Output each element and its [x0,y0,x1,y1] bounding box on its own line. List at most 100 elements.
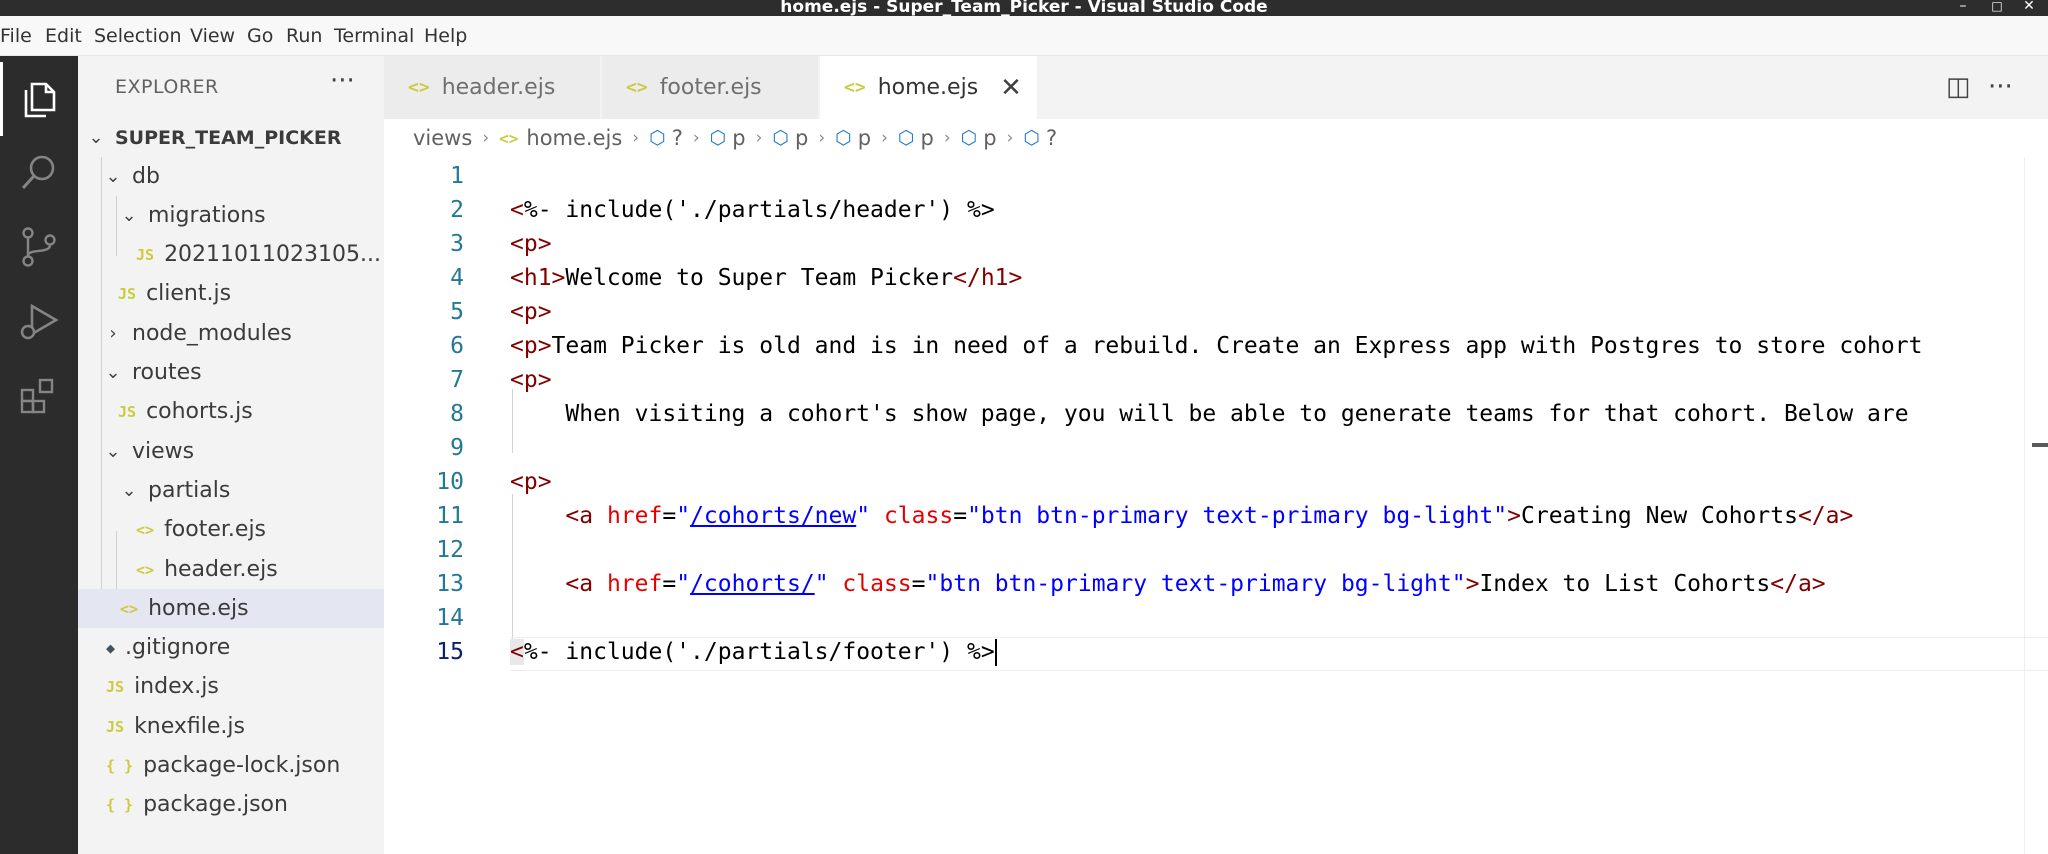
menu-file[interactable]: File [0,25,32,47]
chevron-down-icon: ⌄ [105,441,121,462]
line-number: 7 [450,367,464,393]
breadcrumb-symbol[interactable]: p [795,126,808,150]
tree-file-header-ejs[interactable]: <> header.ejs [78,550,384,589]
code-line: <p> [510,469,552,495]
tree-item-label: cohorts.js [146,399,253,424]
breadcrumb-symbol[interactable]: p [732,126,745,150]
menu-selection[interactable]: Selection [94,25,182,47]
breadcrumb-symbol[interactable]: ? [672,126,683,150]
window-title: home.ejs - Super_Team_Picker - Visual St… [780,0,1268,17]
explorer-more-actions-button[interactable]: ··· [330,66,355,96]
maximize-button[interactable]: □ [1982,0,2012,14]
tree-folder-views[interactable]: ⌄ views [78,432,384,471]
code-line: <p> [510,231,552,257]
tree-item-label: .gitignore [125,635,231,660]
javascript-file-icon: JS [118,284,137,303]
code-link[interactable]: /cohorts/ [690,571,815,597]
run-debug-view-button[interactable] [0,284,78,358]
breadcrumb-symbol[interactable]: p [983,126,996,150]
line-number: 2 [450,197,464,223]
symbol-cube-icon: ⬡ [772,127,790,149]
breadcrumb-symbol[interactable]: p [858,126,871,150]
ejs-file-icon: <> [499,128,519,148]
menu-help[interactable]: Help [424,25,467,47]
breadcrumb-file[interactable]: home.ejs [526,126,622,150]
tree-item-label: index.js [134,674,219,699]
code-line: <a href="/cohorts/" class="btn btn-prima… [565,571,1826,597]
tree-folder-db[interactable]: ⌄ db [78,157,384,196]
menu-terminal[interactable]: Terminal [334,25,414,47]
source-control-icon [22,227,56,267]
menu-run[interactable]: Run [286,25,322,47]
tree-folder-partials[interactable]: ⌄ partials [78,471,384,510]
tree-item-label: footer.ejs [164,517,267,542]
chevron-right-icon: › [1006,128,1014,148]
tree-folder-migrations[interactable]: ⌄ migrations [78,196,384,235]
tree-file-gitignore[interactable]: ◆ .gitignore [78,628,384,667]
chevron-right-icon: › [632,128,640,148]
scrollbar-track[interactable] [2024,157,2025,854]
extensions-view-button[interactable] [0,358,78,432]
tree-item-label: migrations [148,203,266,228]
files-icon [24,82,55,118]
menu-bar: File Edit Selection View Go Run Terminal… [0,16,2048,56]
chevron-down-icon: ⌄ [121,480,137,501]
tree-folder-node-modules[interactable]: › node_modules [78,314,384,353]
tree-file-home-ejs[interactable]: <> home.ejs [78,589,384,628]
text-cursor [994,639,997,666]
tab-label: home.ejs [877,75,979,100]
tree-file-index-js[interactable]: JS index.js [78,667,384,706]
code-line: <%- include('./partials/header') %> [510,197,995,223]
more-actions-icon[interactable]: ··· [1988,72,2013,102]
json-file-icon: { } [106,756,134,775]
symbol-cube-icon: ⬡ [897,127,915,149]
chevron-down-icon: ⌄ [121,205,137,226]
tree-item-label: node_modules [132,321,292,346]
minimize-button[interactable]: – [1948,0,1978,14]
close-icon[interactable]: ✕ [1000,73,1022,103]
split-editor-icon[interactable]: ◫ [1946,72,1971,102]
breadcrumb: views › <> home.ejs › ⬡? › ⬡ p › ⬡ p › ⬡ p … [384,119,2048,157]
source-control-view-button[interactable] [0,210,78,284]
symbol-cube-icon: ⬡ [1023,127,1041,149]
explorer-view-button[interactable] [0,62,78,136]
tab-home-ejs[interactable]: <> home.ejs ✕ [820,56,1038,119]
tab-footer-ejs[interactable]: <> footer.ejs [602,56,819,119]
chevron-down-icon: ⌄ [105,166,121,187]
tree-file-package-lock-json[interactable]: { } package-lock.json [78,746,384,785]
line-number: 15 [436,639,464,665]
code-line: <h1>Welcome to Super Team Picker</h1> [510,265,1023,291]
tree-file-knexfile-js[interactable]: JS knexfile.js [78,707,384,746]
tree-file-cohorts-js[interactable]: JS cohorts.js [78,392,384,431]
code-line: <p> [510,299,552,325]
tab-header-ejs[interactable]: <> header.ejs [384,56,601,119]
tree-item-label: home.ejs [148,596,249,621]
menu-edit[interactable]: Edit [45,25,82,47]
tree-item-label: SUPER_TEAM_PICKER [115,126,342,149]
breadcrumb-folder[interactable]: views [413,126,472,150]
javascript-file-icon: JS [136,245,155,264]
tree-file-client-js[interactable]: JS client.js [78,274,384,313]
close-window-button[interactable]: ✕ [2014,0,2044,14]
json-file-icon: { } [106,795,134,814]
code-link[interactable]: /cohorts/new [690,503,856,529]
scrollbar-thumb[interactable] [2032,443,2048,447]
title-bar: home.ejs - Super_Team_Picker - Visual St… [0,0,2048,16]
breadcrumb-symbol[interactable]: p [921,126,934,150]
breadcrumb-symbol[interactable]: ? [1046,126,1057,150]
tree-file-package-json[interactable]: { } package.json [78,785,384,824]
code-editor[interactable]: 1 2 3 4 5 6 7 8 9 10 11 12 13 14 15 <%- … [384,157,2048,854]
tree-root-folder[interactable]: ⌄ SUPER_TEAM_PICKER [78,118,384,157]
search-icon [21,155,55,190]
tree-folder-routes[interactable]: ⌄ routes [78,353,384,392]
code-line: <p> [510,367,552,393]
menu-view[interactable]: View [190,25,235,47]
code-line: <%- include('./partials/footer') %> [510,639,997,666]
code-line: When visiting a cohort's show page, you … [565,401,1909,427]
line-number: 5 [450,299,464,325]
activity-bar [0,56,78,854]
tree-file-footer-ejs[interactable]: <> footer.ejs [78,510,384,549]
tree-file-migration[interactable]: JS 20211011023105... [78,235,384,274]
menu-go[interactable]: Go [247,25,273,47]
search-view-button[interactable] [0,136,78,210]
